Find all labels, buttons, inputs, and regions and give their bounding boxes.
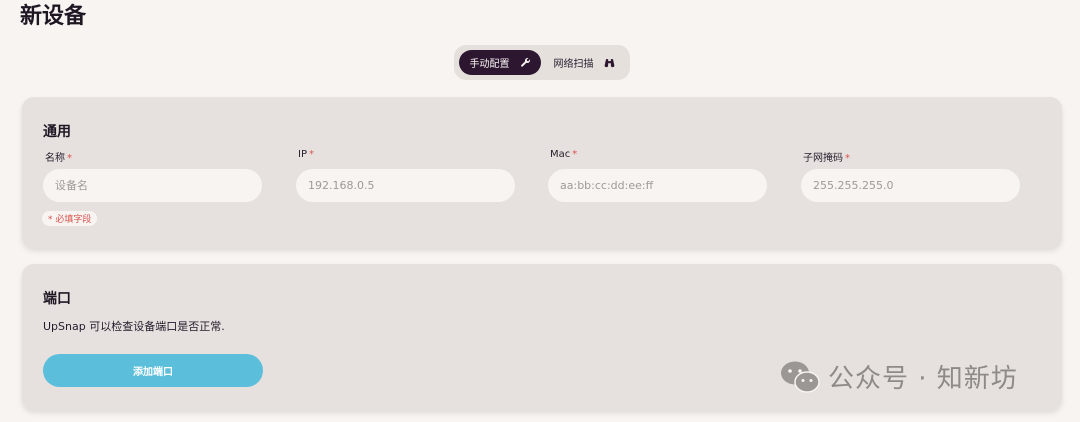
ip-input[interactable] <box>296 169 515 202</box>
netmask-label: 子网掩码 <box>803 153 843 164</box>
manual-config-label: 手动配置 <box>469 59 510 70</box>
binoculars-icon <box>604 59 614 68</box>
required-fields-note: * 必填字段 <box>42 211 98 226</box>
name-field: 名称 * <box>43 149 263 202</box>
page-title: 新设备 <box>20 4 87 29</box>
add-port-button[interactable]: 添加端口 <box>43 354 263 387</box>
ip-field: IP * <box>296 149 516 202</box>
mac-input[interactable] <box>548 169 767 202</box>
general-title: 通用 <box>43 124 71 140</box>
required-mark: * <box>845 153 850 164</box>
mac-field: Mac * <box>548 149 768 202</box>
name-input[interactable] <box>43 169 262 202</box>
ip-label: IP <box>298 149 307 160</box>
mac-label: Mac <box>550 149 571 160</box>
netmask-field: 子网掩码 * <box>801 149 1021 202</box>
name-label: 名称 <box>45 153 65 164</box>
ports-title: 端口 <box>43 291 71 307</box>
required-mark: * <box>67 153 72 164</box>
manual-config-tab[interactable]: 手动配置 <box>459 50 541 75</box>
mode-toggle: 手动配置 网络扫描 <box>454 45 630 80</box>
general-card: 通用 名称* IP* Mac* 子网掩码* * 必填字段 <box>22 97 1062 248</box>
watermark-text: 公众号 · 知新坊 <box>828 364 1018 394</box>
required-mark: * <box>308 149 314 160</box>
ports-description: UpSnap 可以检查设备端口是否正常. <box>43 320 225 333</box>
required-mark: * <box>572 149 578 160</box>
wrench-icon <box>520 57 530 67</box>
network-scan-label: 网络扫描 <box>553 59 594 70</box>
netmask-input[interactable] <box>801 169 1020 202</box>
wechat-icon <box>781 361 820 393</box>
network-scan-tab[interactable]: 网络扫描 <box>544 50 624 75</box>
watermark: 公众号 · 知新坊 <box>780 358 1018 395</box>
